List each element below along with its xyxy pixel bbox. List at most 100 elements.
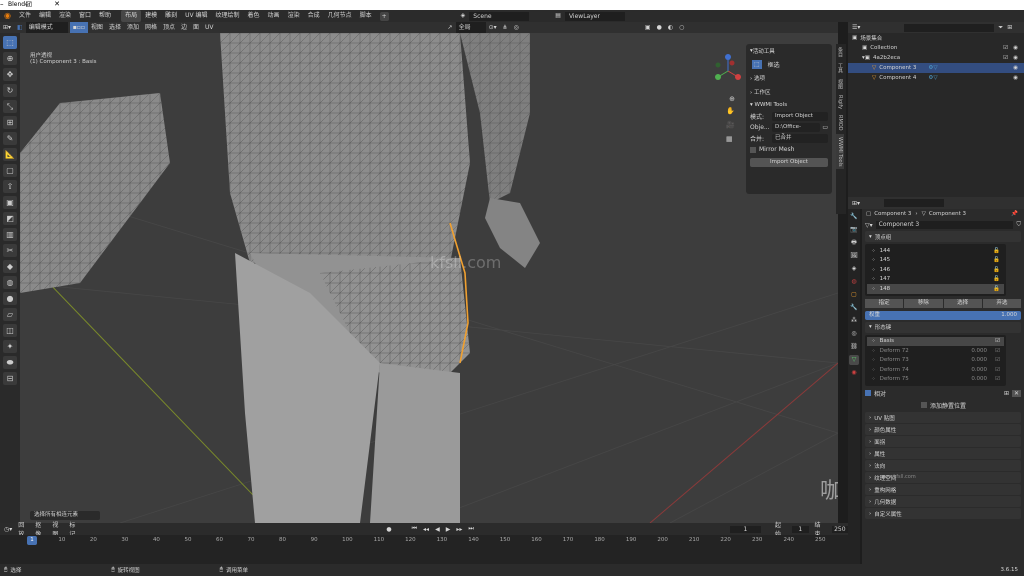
rotate-icon[interactable]: ↻ [3, 84, 17, 97]
menu-file[interactable]: 文件 [15, 10, 35, 22]
workspace-tab[interactable]: 合成 [304, 10, 324, 22]
scene-name[interactable]: Scene [469, 11, 530, 21]
workspace-tab[interactable]: 着色 [244, 10, 264, 22]
shape-keys-list[interactable]: ⁘ Basis ☑ ⁘ Deform 72 0.000 ☑ ⁘ Deform 73 0.000… [865, 334, 1006, 386]
outliner-row[interactable]: ▣ Collection ☑ ◉ [848, 43, 1024, 53]
checkbox-icon[interactable]: ☑ [995, 376, 1000, 382]
checkbox-icon[interactable]: ☑ [1003, 45, 1008, 51]
proportional-icon[interactable]: ◎ [511, 22, 522, 33]
workspace-tab[interactable]: 布局 [121, 10, 142, 22]
checkbox-icon[interactable]: ☑ [995, 338, 1000, 344]
properties-editor-icon[interactable]: ⊞▾ [852, 200, 860, 207]
blender-logo-icon[interactable]: ◉ [0, 10, 15, 22]
world-tab-icon[interactable]: ◍ [849, 277, 859, 287]
lock-icon[interactable]: 🔓 [993, 248, 1000, 254]
spin-icon[interactable]: ◍ [3, 276, 17, 289]
list-item[interactable]: ⁘ Deform 73 0.000 ☑ [867, 356, 1004, 366]
end-frame-field[interactable]: 250 [831, 525, 849, 533]
play-reverse-icon[interactable]: ◀ [435, 526, 440, 533]
transform-orientation[interactable]: 全局 [455, 22, 486, 33]
data-name-field[interactable]: Component 3 [875, 221, 1014, 229]
prev-key-icon[interactable]: ◂◂ [423, 526, 429, 533]
workspace-tab[interactable]: UV 编辑 [181, 10, 211, 22]
list-item[interactable]: ⁘ Deform 72 0.000 ☑ [867, 346, 1004, 356]
rip-icon[interactable]: ⬬ [3, 356, 17, 369]
select-menu[interactable]: 选择 [106, 22, 124, 33]
mode-dropdown[interactable]: Import Object [772, 112, 828, 121]
workspace-tab[interactable]: 建模 [141, 10, 161, 22]
view-layer-tab-icon[interactable]: 🖼 [849, 251, 859, 261]
tab-item[interactable]: 条目 [836, 44, 845, 60]
lock-icon[interactable]: 🔓 [993, 267, 1000, 273]
outliner-row[interactable]: ▾▣ 4a2b2eca ☑ ◉ [848, 53, 1024, 63]
mode-selector[interactable]: 编辑模式 [25, 22, 68, 33]
list-item[interactable]: ⁘ 144 🔓 [867, 246, 1004, 256]
options-section[interactable]: › 选项 [746, 71, 832, 85]
operator-hint[interactable]: 选择所有相连元素 [30, 511, 100, 520]
editor-type-icon[interactable]: ⊞▾ [0, 22, 14, 33]
xray-icon[interactable]: ▣ [642, 22, 654, 33]
menu-edit[interactable]: 编辑 [35, 10, 55, 22]
outliner-editor-icon[interactable]: ☰▾ [852, 24, 860, 31]
outliner-row[interactable]: ▽ Component 4 ⚙▽ ◉ [848, 73, 1024, 83]
particles-tab-icon[interactable]: ⁂ [849, 316, 859, 326]
timeline-editor-icon[interactable]: ◷▾ [4, 526, 12, 533]
relative-checkbox[interactable] [865, 390, 871, 396]
shear-icon[interactable]: ✦ [3, 340, 17, 353]
select-button[interactable]: 选择 [943, 298, 982, 308]
knife-icon[interactable]: ✂ [3, 244, 17, 257]
weight-slider[interactable]: 权重 1.000 [865, 310, 1021, 320]
checkbox-icon[interactable]: ☑ [995, 367, 1000, 373]
addon-header[interactable]: ▾ WWMI Tools [746, 99, 832, 111]
tab-wwmi[interactable]: WWMI Tools [836, 133, 844, 170]
checkbox-icon[interactable]: ☑ [1003, 55, 1008, 61]
outliner-row[interactable]: ▣ 场景集合 [848, 33, 1024, 43]
properties-search[interactable] [884, 199, 945, 207]
shading-rendered-icon[interactable]: ○ [676, 22, 687, 33]
workspace-tab[interactable]: 脚本 [356, 10, 376, 22]
lock-icon[interactable]: 🔓 [993, 276, 1000, 282]
list-item[interactable]: ⁘ 147 🔓 [867, 275, 1004, 285]
timeline[interactable]: 1 11020304050607080901001101201301401501… [0, 535, 848, 564]
outliner-search-field[interactable] [904, 23, 995, 32]
menu-help[interactable]: 帮助 [95, 10, 115, 22]
edge-slide-icon[interactable]: ▱ [3, 308, 17, 321]
add-rest-checkbox[interactable] [921, 402, 927, 408]
object-tab-icon[interactable]: ▢ [849, 290, 859, 300]
select-box-icon[interactable]: ⬚ [3, 36, 17, 49]
deselect-button[interactable]: 弃选 [982, 298, 1021, 308]
move-icon[interactable]: ✥ [3, 68, 17, 81]
workspace-tab[interactable]: 动画 [264, 10, 284, 22]
assign-button[interactable]: 指定 [865, 298, 904, 308]
close-icon[interactable]: ✕ [1011, 389, 1021, 397]
lock-icon[interactable]: 🔓 [993, 286, 1000, 292]
grid-view-icon[interactable]: ▦ [726, 135, 738, 143]
material-tab-icon[interactable]: ◉ [849, 368, 859, 378]
shape-keys-panel-header[interactable]: ▾ 形态键 [865, 321, 1021, 333]
remesh-panel[interactable]: › 重构网格 [865, 484, 1021, 495]
face-menu[interactable]: 面 [190, 22, 202, 33]
render-tab-icon[interactable]: 📷 [849, 225, 859, 235]
add-menu[interactable]: 添加 [124, 22, 142, 33]
select-mode-icons[interactable]: ▪▫▫ [69, 22, 88, 33]
seam-icon[interactable]: ⊟ [3, 372, 17, 385]
start-frame-field[interactable]: 1 [791, 525, 809, 533]
list-item-selected[interactable]: ⁘ 148 🔓 [867, 284, 1004, 294]
mesh-data-icon[interactable]: ▽▾ [865, 222, 873, 229]
attributes-panel[interactable]: › 属性 [865, 448, 1021, 459]
fake-user-icon[interactable]: ⛉ [1016, 221, 1021, 229]
current-frame-field[interactable]: 1 [729, 525, 761, 533]
constraints-tab-icon[interactable]: ⛓ [849, 342, 859, 352]
workspace-tab[interactable]: 纹理绘制 [212, 10, 244, 22]
data-tab-icon[interactable]: ▽ [849, 355, 859, 365]
camera-icon[interactable]: 🎥 [726, 121, 738, 129]
object-path-field[interactable]: D:\Office-softw... [772, 123, 821, 139]
scale-icon[interactable]: ⤡ [3, 100, 17, 113]
eye-icon[interactable]: ◉ [1013, 55, 1018, 61]
lock-icon[interactable]: 🔓 [993, 257, 1000, 263]
color-attributes-panel[interactable]: › 颜色属性 [865, 424, 1021, 435]
list-item[interactable]: ⁘ 146 🔓 [867, 265, 1004, 275]
new-collection-icon[interactable]: ⊞ [1007, 24, 1012, 31]
add-cube-icon[interactable]: ▢ [3, 164, 17, 177]
eye-icon[interactable]: ◉ [1013, 65, 1018, 71]
